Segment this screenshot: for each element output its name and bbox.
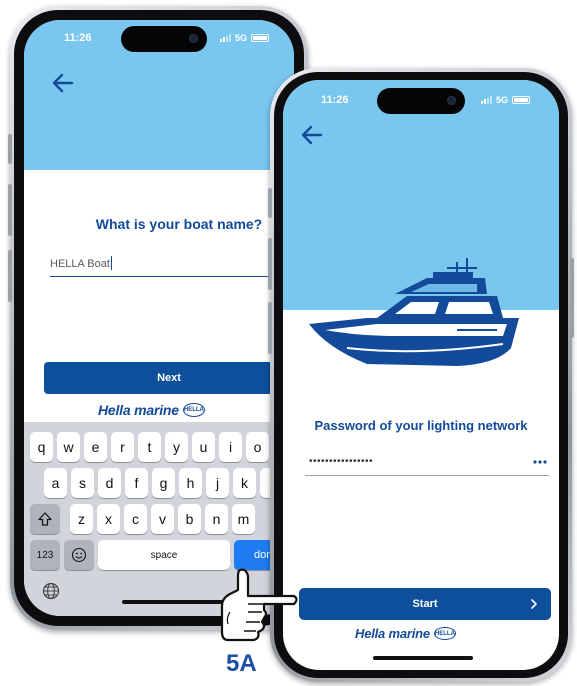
home-indicator [122, 600, 232, 604]
home-indicator [373, 656, 473, 660]
pointing-hand-icon [220, 568, 298, 642]
boat-name-field[interactable]: HELLA Boat [50, 256, 294, 270]
step-label: 5A [226, 650, 257, 677]
left-screen: 11:26 5G What is your boat name? HELLA B… [24, 20, 294, 616]
emoji-key[interactable] [64, 540, 94, 570]
key-b[interactable]: b [178, 504, 201, 534]
boat-name-value: HELLA Boat [50, 258, 110, 270]
network-label: 5G [235, 33, 248, 43]
boat-name-underline [50, 276, 294, 277]
stage: 11:26 5G What is your boat name? HELLA B… [0, 0, 577, 686]
yacht-icon [309, 258, 519, 366]
left-phone: 11:26 5G What is your boat name? HELLA B… [8, 6, 308, 630]
key-o[interactable]: o [246, 432, 269, 462]
globe-icon[interactable] [42, 582, 60, 600]
key-v[interactable]: v [151, 504, 174, 534]
space-key[interactable]: space [98, 540, 230, 570]
key-y[interactable]: y [165, 432, 188, 462]
shift-icon [38, 512, 52, 526]
password-field[interactable]: •••••••••••••••• [309, 456, 373, 467]
key-d[interactable]: d [98, 468, 121, 498]
key-c[interactable]: c [124, 504, 147, 534]
key-q[interactable]: q [30, 432, 53, 462]
status-time: 11:26 [64, 32, 92, 44]
key-n[interactable]: n [205, 504, 228, 534]
hella-marine-logo: Hella marine HELLA [355, 626, 456, 641]
next-button[interactable]: Next [44, 362, 294, 394]
status-time: 11:26 [321, 94, 349, 106]
chevron-right-icon [531, 599, 537, 609]
hella-marine-logo: Hella marine HELLA [98, 402, 205, 418]
key-w[interactable]: w [57, 432, 80, 462]
text-caret [110, 256, 112, 270]
dynamic-island [121, 26, 207, 52]
right-screen: 11:26 5G Password of your lighting netwo… [283, 80, 559, 670]
status-indicators: 5G [220, 33, 270, 43]
start-label: Start [412, 598, 438, 610]
brand-badge: HELLA [182, 403, 205, 417]
password-title: Password of your lighting network [314, 418, 528, 433]
key-k[interactable]: k [233, 468, 256, 498]
key-u[interactable]: u [192, 432, 215, 462]
boat-name-question: What is your boat name? [95, 216, 263, 232]
password-underline [305, 475, 549, 476]
brand-name: Hella marine [355, 626, 430, 641]
back-arrow-icon[interactable] [301, 124, 323, 146]
key-g[interactable]: g [152, 468, 175, 498]
key-h[interactable]: h [179, 468, 202, 498]
key-z[interactable]: z [70, 504, 93, 534]
dynamic-island [377, 88, 465, 114]
signal-icon [220, 34, 231, 42]
brand-badge: HELLA [433, 627, 456, 640]
numbers-key[interactable]: 123 [30, 540, 60, 570]
key-a[interactable]: a [44, 468, 67, 498]
key-e[interactable]: e [84, 432, 107, 462]
battery-icon [251, 34, 270, 42]
status-indicators: 5G [481, 95, 531, 105]
key-x[interactable]: x [97, 504, 120, 534]
password-dots-icon[interactable] [533, 459, 547, 465]
right-phone: 11:26 5G Password of your lighting netwo… [268, 68, 574, 682]
key-s[interactable]: s [71, 468, 94, 498]
start-button[interactable]: Start [299, 588, 551, 620]
network-label: 5G [496, 95, 509, 105]
key-j[interactable]: j [206, 468, 229, 498]
battery-icon [512, 96, 531, 104]
shift-key[interactable] [30, 504, 60, 534]
key-i[interactable]: i [219, 432, 242, 462]
emoji-icon [71, 547, 87, 563]
key-m[interactable]: m [232, 504, 255, 534]
key-f[interactable]: f [125, 468, 148, 498]
key-t[interactable]: t [138, 432, 161, 462]
signal-icon [481, 96, 492, 104]
key-r[interactable]: r [111, 432, 134, 462]
brand-name: Hella marine [98, 402, 179, 418]
back-arrow-icon[interactable] [52, 72, 74, 94]
